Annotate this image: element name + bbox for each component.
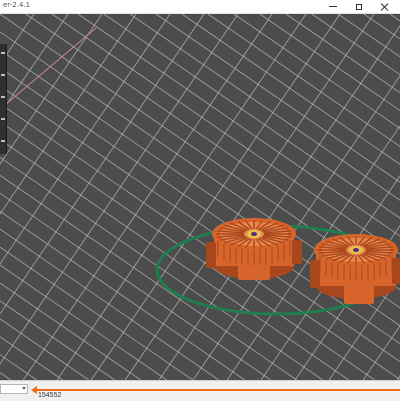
grid-line (51, 14, 400, 255)
scene-canvas (0, 14, 400, 380)
title-bar: er-2.4.1 (0, 0, 400, 14)
maximize-icon (356, 3, 362, 10)
toolbar-tick[interactable] (1, 118, 5, 120)
toolbar-tick[interactable] (1, 96, 5, 98)
grid-line (0, 282, 141, 380)
grid-line (155, 14, 400, 183)
grid-line (0, 210, 245, 380)
grid-line (0, 318, 89, 380)
grid-line (0, 14, 171, 265)
layer-slider-track[interactable] (34, 389, 400, 391)
maximize-button[interactable] (346, 0, 372, 13)
grid-line (0, 174, 297, 380)
grid-line (0, 14, 137, 215)
grid-line (259, 14, 400, 112)
grid-line (311, 14, 400, 76)
grid-line (103, 14, 400, 219)
fan-hub-part-1[interactable] (206, 218, 302, 280)
bottom-bar: 154552 (0, 380, 400, 401)
toolbar-tick[interactable] (1, 52, 5, 54)
print-bed-grid (0, 14, 400, 380)
grid-line (124, 14, 375, 380)
grid-line (90, 14, 341, 380)
left-toolbar[interactable] (0, 44, 7, 154)
minimize-button[interactable] (320, 0, 346, 13)
window-title: er-2.4.1 (3, 1, 31, 9)
grid-line (0, 246, 193, 380)
fan-hub-part-2[interactable] (310, 234, 400, 304)
3d-viewport[interactable] (0, 14, 400, 380)
toolbar-tick[interactable] (1, 140, 5, 142)
grid-line (0, 139, 349, 380)
layer-slider-thumb[interactable] (31, 386, 37, 394)
close-button[interactable] (372, 0, 398, 13)
close-icon (381, 3, 389, 11)
grid-line (158, 25, 400, 380)
grid-line (22, 14, 273, 380)
view-mode-select[interactable] (0, 384, 28, 394)
grid-line (260, 175, 400, 380)
minimize-icon (329, 6, 337, 7)
chevron-down-icon (22, 387, 26, 390)
layer-value: 154552 (38, 392, 62, 399)
grid-line (207, 14, 400, 147)
toolbar-tick[interactable] (1, 74, 5, 76)
